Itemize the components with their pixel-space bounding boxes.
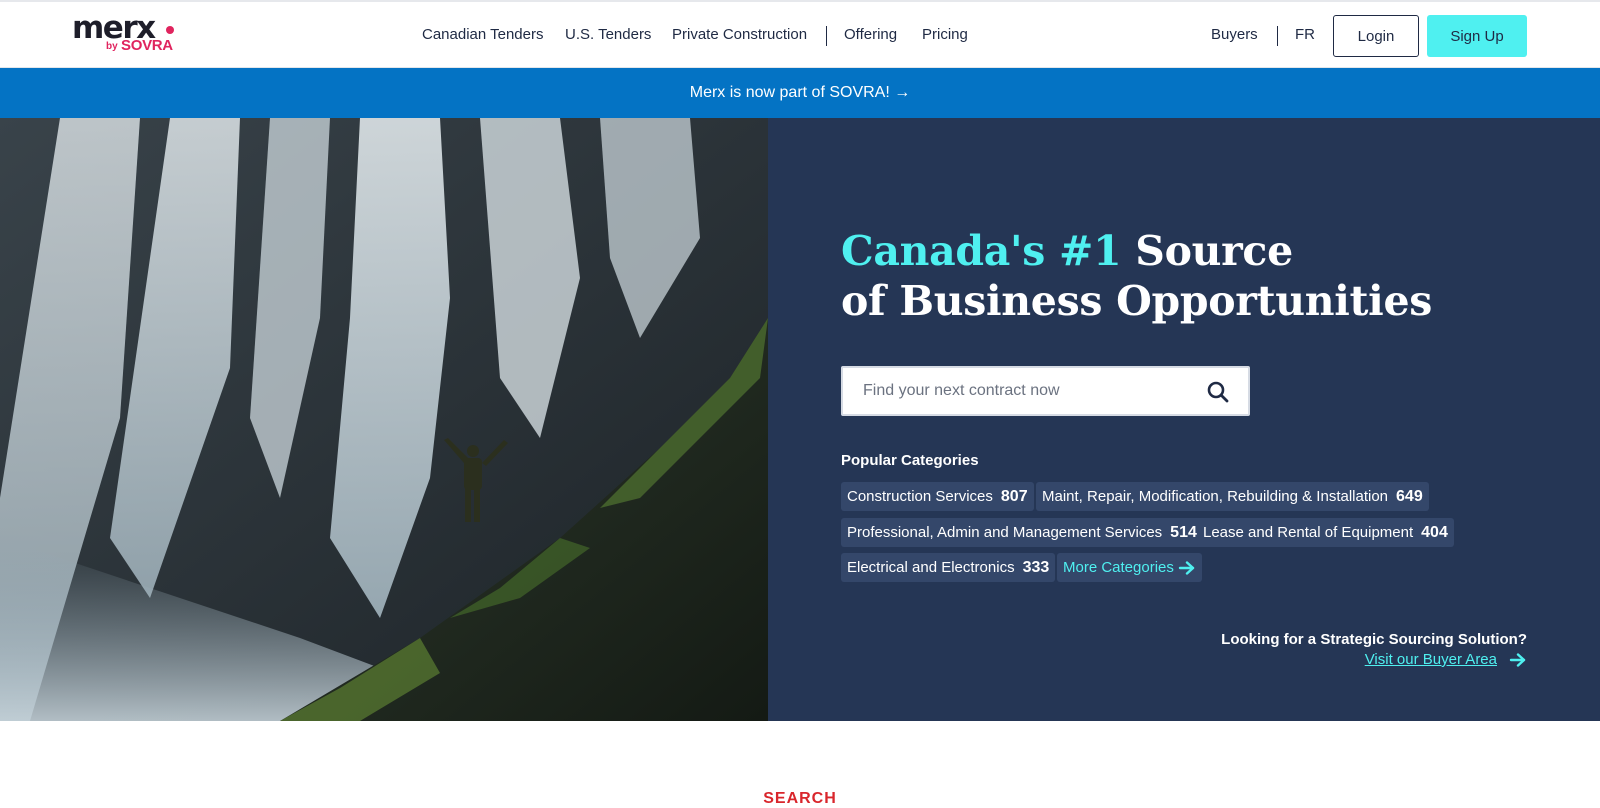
category-count: 404 xyxy=(1421,523,1448,541)
category-label: Lease and Rental of Equipment xyxy=(1203,524,1414,541)
next-section-label: SEARCH xyxy=(763,790,837,807)
hero-waterfall-image xyxy=(0,118,768,721)
more-categories-link[interactable]: More Categories xyxy=(1057,553,1202,582)
nav-buyers[interactable]: Buyers xyxy=(1211,26,1258,43)
category-count: 807 xyxy=(1000,487,1028,505)
hero-panel: Canada's #1 Source of Business Opportuni… xyxy=(768,118,1600,721)
popular-categories-heading: Popular Categories xyxy=(841,452,979,469)
category-count: 514 xyxy=(1170,523,1197,541)
announcement-text: Merx is now part of SOVRA! → xyxy=(689,84,911,101)
hero-title: Canada's #1 Source of Business Opportuni… xyxy=(841,226,1432,326)
logo-dot xyxy=(166,26,174,34)
search-icon[interactable] xyxy=(1206,380,1230,404)
logo-sovra-text: SOVRA xyxy=(121,37,173,54)
contract-search-input[interactable] xyxy=(863,368,1193,414)
language-toggle-fr[interactable]: FR xyxy=(1295,26,1315,43)
nav-divider xyxy=(1277,26,1278,46)
category-chip[interactable]: Construction Services 807 xyxy=(841,482,1034,511)
merx-sovra-logo[interactable]: merx by SOVRA xyxy=(72,10,182,60)
strategic-sourcing-question: Looking for a Strategic Sourcing Solutio… xyxy=(1221,631,1527,648)
nav-divider xyxy=(826,26,827,46)
buyer-area-link[interactable]: Visit our Buyer Area xyxy=(1365,651,1527,668)
category-chip[interactable]: Professional, Admin and Management Servi… xyxy=(841,518,1203,547)
hero-title-line1-rest: Source xyxy=(1121,227,1293,275)
arrow-right-icon xyxy=(1509,652,1526,667)
nav-us-tenders[interactable]: U.S. Tenders xyxy=(565,26,651,43)
announcement-banner[interactable]: Merx is now part of SOVRA! → xyxy=(0,68,1600,118)
logo-by-text: by xyxy=(106,41,118,52)
category-count: 649 xyxy=(1396,487,1423,505)
category-chip[interactable]: Lease and Rental of Equipment 404 xyxy=(1197,518,1454,547)
login-button[interactable]: Login xyxy=(1333,15,1419,57)
category-label: Electrical and Electronics xyxy=(847,559,1015,576)
more-categories-label: More Categories xyxy=(1063,559,1174,576)
nav-offering[interactable]: Offering xyxy=(844,26,897,43)
arrow-right-icon xyxy=(1178,560,1195,575)
contract-search-box xyxy=(841,366,1250,416)
hero-title-accent: Canada's #1 xyxy=(841,227,1122,275)
signup-button[interactable]: Sign Up xyxy=(1427,15,1527,57)
category-chip[interactable]: Electrical and Electronics 333 xyxy=(841,553,1056,582)
nav-private-construction[interactable]: Private Construction xyxy=(672,26,807,43)
nav-pricing[interactable]: Pricing xyxy=(922,26,968,43)
category-count: 333 xyxy=(1022,558,1050,576)
category-chip[interactable]: Maint, Repair, Modification, Rebuilding … xyxy=(1036,482,1429,511)
site-header: merx by SOVRA Canadian Tenders U.S. Tend… xyxy=(0,0,1600,68)
nav-canadian-tenders[interactable]: Canadian Tenders xyxy=(422,26,543,43)
category-label: Professional, Admin and Management Servi… xyxy=(847,524,1163,541)
hero-title-line2: of Business Opportunities xyxy=(841,277,1433,325)
category-label: Construction Services xyxy=(847,488,993,505)
buyer-area-label: Visit our Buyer Area xyxy=(1364,651,1497,668)
category-label: Maint, Repair, Modification, Rebuilding … xyxy=(1042,488,1389,505)
